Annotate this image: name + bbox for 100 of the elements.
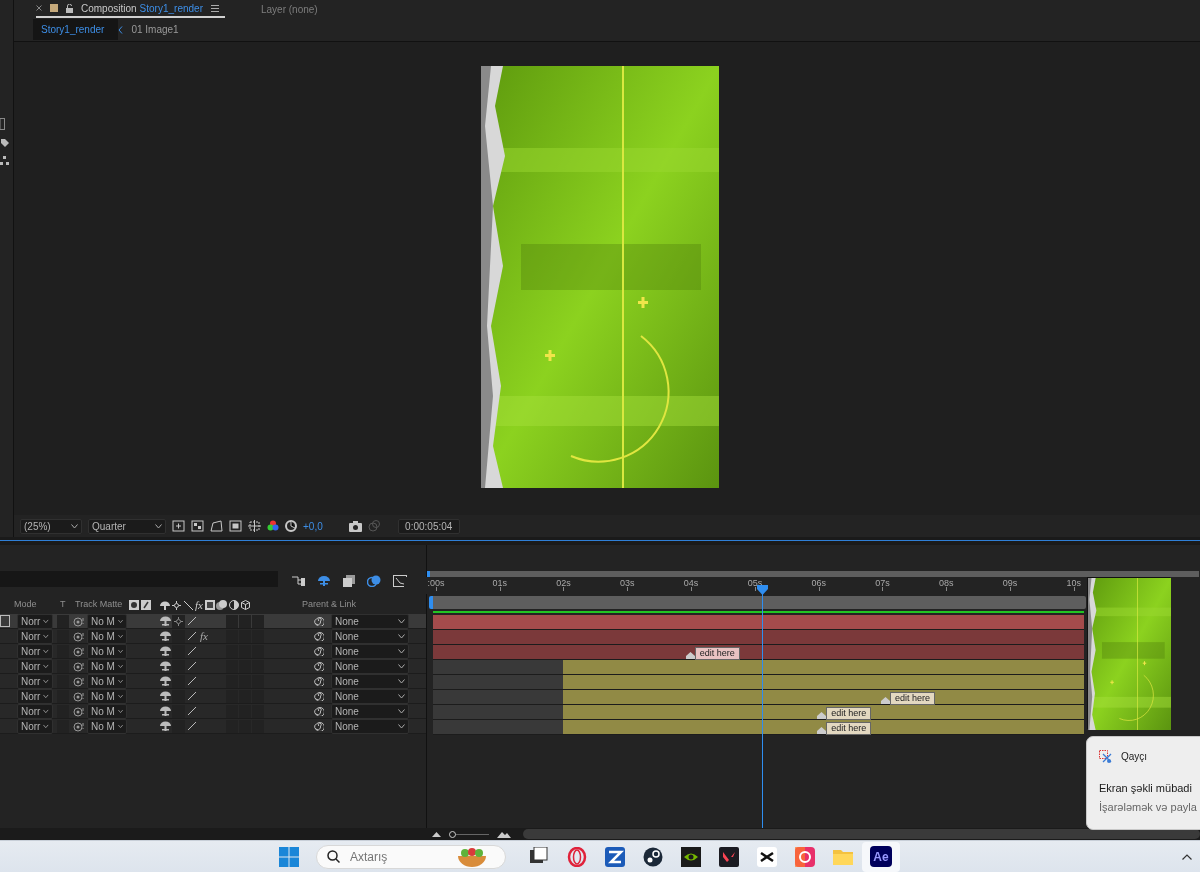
resolution-dropdown[interactable]: Quarter — [88, 518, 166, 534]
chevron-down-icon — [398, 678, 405, 684]
chevron-down-icon — [117, 723, 123, 729]
pick-whip-icon[interactable] — [73, 645, 85, 657]
fx-header: fx — [195, 597, 203, 613]
parent-dropdown[interactable]: None — [331, 613, 409, 629]
blend-mode-dropdown[interactable]: Norr — [17, 613, 53, 629]
shy-icon — [160, 600, 170, 610]
exposure-value[interactable]: +0,0 — [303, 518, 323, 534]
graph-editor-icon[interactable] — [393, 574, 407, 587]
parent-pick-whip-icon[interactable] — [314, 691, 324, 701]
pick-whip-icon[interactable] — [73, 615, 85, 627]
color-channels-icon[interactable] — [267, 520, 279, 532]
chevron-down-icon — [43, 723, 49, 729]
search-box[interactable]: Axtarış — [316, 844, 506, 869]
chevron-down-icon — [398, 633, 405, 639]
chevron-down-icon — [117, 708, 123, 714]
chevron-left-icon — [118, 25, 124, 34]
marker-label[interactable]: edit here — [826, 722, 872, 735]
layer-row[interactable]: Norr No M None — [0, 689, 426, 704]
shy-icon[interactable] — [160, 721, 171, 731]
quality-switch-icon[interactable] — [174, 616, 183, 626]
timecode-field[interactable]: 0:00:05:04 — [397, 518, 460, 534]
transparency-grid-icon[interactable] — [191, 520, 204, 532]
parent-pick-whip-icon[interactable] — [314, 631, 324, 641]
time-ruler-label: 04s — [683, 578, 699, 588]
layer-marker-icon[interactable] — [685, 652, 695, 659]
layer-row[interactable]: Norr No M None — [0, 719, 426, 734]
marker-label[interactable]: edit here — [826, 707, 872, 720]
parent-pick-whip-icon[interactable] — [314, 706, 324, 716]
parent-pick-whip-icon[interactable] — [314, 616, 324, 626]
layer-marker-icon[interactable] — [880, 697, 890, 704]
chevron-down-icon — [117, 693, 123, 699]
parent-pick-whip-icon[interactable] — [314, 721, 324, 731]
taskbar-app[interactable]: Ae — [862, 841, 900, 872]
camera-icon[interactable] — [348, 520, 362, 532]
solo-icon — [129, 600, 139, 610]
chevron-down-icon — [117, 663, 123, 669]
safe-margins-icon[interactable] — [229, 520, 242, 532]
layer-row[interactable]: Norr No M None — [0, 614, 426, 629]
menu-icon[interactable] — [210, 4, 219, 12]
search-input[interactable]: Axtarış — [348, 846, 448, 867]
hierarchy-icon[interactable] — [292, 575, 305, 586]
pick-whip-icon[interactable] — [73, 720, 85, 732]
mask-path-icon[interactable] — [210, 520, 223, 532]
layer-bar[interactable] — [563, 720, 1084, 734]
half-circle-icon — [228, 600, 239, 610]
shy-icon[interactable] — [160, 616, 171, 626]
motion-blur-icon[interactable] — [367, 574, 381, 587]
time-ruler-label: 01s — [492, 578, 507, 588]
region-of-interest-icon[interactable] — [172, 520, 185, 532]
track-matte-dropdown[interactable]: No M — [87, 613, 127, 629]
notification-card[interactable]: Qayçı Ekran şəkli mübadi İşarələmək və payla — [1086, 736, 1200, 830]
time-ruler-label: 03s — [620, 578, 635, 588]
horizontal-scrollbar[interactable] — [523, 829, 1200, 839]
layer-row[interactable]: Norr No M None — [0, 659, 426, 674]
shy-icon[interactable] — [160, 691, 171, 701]
magnification-dropdown[interactable]: (25%) — [20, 518, 82, 534]
breadcrumb[interactable]: Story1_render — [33, 19, 119, 40]
zoom-in-icon[interactable] — [497, 830, 511, 838]
chevron-down-icon — [43, 693, 49, 699]
column-header: Parent & Link — [301, 598, 356, 612]
cube-icon — [240, 600, 250, 610]
steam-icon — [643, 846, 663, 867]
parent-pick-whip-icon[interactable] — [314, 676, 324, 686]
chevron-down-icon — [398, 723, 405, 729]
zoom-slider-thumb[interactable] — [449, 831, 457, 838]
layer-bar[interactable] — [563, 705, 1084, 719]
zoom-out-icon[interactable] — [432, 831, 441, 837]
shy-layers-icon[interactable] — [317, 575, 331, 586]
close-icon[interactable] — [36, 5, 42, 11]
pick-whip-icon[interactable] — [73, 705, 85, 717]
pick-whip-icon[interactable] — [73, 630, 85, 642]
breadcrumb[interactable]: 01 Image1 — [123, 19, 187, 40]
shy-icon[interactable] — [160, 646, 171, 656]
shy-icon[interactable] — [160, 661, 171, 671]
marker-label[interactable]: edit here — [694, 647, 740, 660]
frame-blending-icon[interactable] — [343, 574, 355, 587]
parent-pick-whip-icon[interactable] — [314, 646, 324, 656]
lock-icon[interactable] — [66, 3, 73, 13]
pick-whip-icon[interactable] — [73, 675, 85, 687]
layer-marker-icon[interactable] — [817, 727, 827, 734]
layer-row[interactable]: Norr No M None — [0, 704, 426, 719]
layer-row[interactable]: Norr No M None — [0, 644, 426, 659]
marker-label[interactable]: edit here — [889, 692, 935, 705]
exposure-icon[interactable] — [285, 520, 297, 532]
layer-bar[interactable] — [433, 645, 1084, 659]
shy-icon[interactable] — [160, 706, 171, 716]
layer-marker-icon[interactable] — [817, 712, 827, 719]
shy-icon[interactable] — [160, 676, 171, 686]
tab-label: Composition Story1_render — [81, 1, 203, 16]
pick-whip-icon[interactable] — [73, 690, 85, 702]
shy-icon[interactable] — [160, 631, 171, 641]
layer-row[interactable]: Norr No M None — [0, 674, 426, 689]
layer-row[interactable]: Norr No M fx None — [0, 629, 426, 644]
pick-whip-icon[interactable] — [73, 660, 85, 672]
panel-tab[interactable]: Layer (none) — [260, 0, 318, 18]
guides-icon[interactable] — [248, 520, 261, 532]
parent-pick-whip-icon[interactable] — [314, 661, 324, 671]
fx-switch[interactable]: fx — [200, 629, 208, 642]
